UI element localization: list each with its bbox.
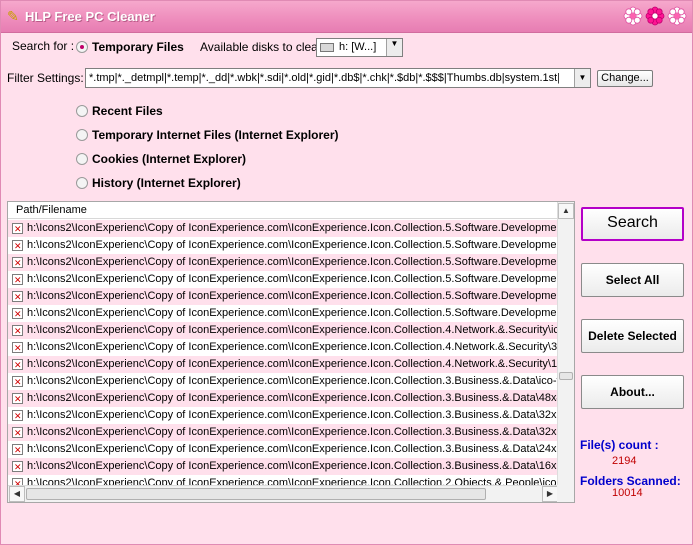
file-path: h:\Icons2\IconExperienc\Copy of IconExpe… xyxy=(27,341,559,353)
deleted-file-icon xyxy=(12,221,23,237)
file-path: h:\Icons2\IconExperienc\Copy of IconExpe… xyxy=(27,460,559,472)
file-path: h:\Icons2\IconExperienc\Copy of IconExpe… xyxy=(27,375,559,387)
deleted-file-icon xyxy=(12,442,23,458)
list-item[interactable]: h:\Icons2\IconExperienc\Copy of IconExpe… xyxy=(8,288,559,305)
temporary-internet-files-label: Temporary Internet Files (Internet Explo… xyxy=(92,128,339,142)
temporary-files-label: Temporary Files xyxy=(92,40,184,54)
deleted-file-icon xyxy=(12,323,23,339)
file-path: h:\Icons2\IconExperienc\Copy of IconExpe… xyxy=(27,443,559,455)
folders-scanned-label: Folders Scanned: xyxy=(580,474,681,488)
file-path: h:\Icons2\IconExperienc\Copy of IconExpe… xyxy=(27,358,559,370)
deleted-file-icon xyxy=(12,425,23,441)
window-title: HLP Free PC Cleaner xyxy=(25,9,155,24)
list-item[interactable]: h:\Icons2\IconExperienc\Copy of IconExpe… xyxy=(8,441,559,458)
scroll-right-icon[interactable]: ▶ xyxy=(542,486,558,502)
chevron-down-icon[interactable]: ▼ xyxy=(386,39,402,56)
disk-select[interactable]: h: [W...] ▼ xyxy=(316,38,403,57)
path-filename-column-header[interactable]: Path/Filename xyxy=(16,204,87,216)
file-path: h:\Icons2\IconExperienc\Copy of IconExpe… xyxy=(27,392,559,404)
deleted-file-icon xyxy=(12,255,23,271)
files-count-label: File(s) count : xyxy=(580,438,659,452)
file-path: h:\Icons2\IconExperienc\Copy of IconExpe… xyxy=(27,324,559,336)
radio-cookies[interactable] xyxy=(76,153,88,165)
vertical-scroll-thumb[interactable] xyxy=(559,372,573,380)
change-button[interactable]: Change... xyxy=(597,70,653,87)
file-path: h:\Icons2\IconExperienc\Copy of IconExpe… xyxy=(27,307,559,319)
deleted-file-icon xyxy=(12,357,23,373)
cookies-label: Cookies (Internet Explorer) xyxy=(92,152,247,166)
broom-icon: ✎ xyxy=(7,8,19,24)
radio-temporary-internet-files[interactable] xyxy=(76,129,88,141)
file-path: h:\Icons2\IconExperienc\Copy of IconExpe… xyxy=(27,239,559,251)
close-flower-icon[interactable] xyxy=(667,6,687,26)
list-item[interactable]: h:\Icons2\IconExperienc\Copy of IconExpe… xyxy=(8,356,559,373)
scrollbar-corner xyxy=(557,485,574,502)
search-button[interactable]: Search xyxy=(581,207,684,241)
list-item[interactable]: h:\Icons2\IconExperienc\Copy of IconExpe… xyxy=(8,424,559,441)
scroll-left-icon[interactable]: ◀ xyxy=(9,486,25,502)
radio-recent-files[interactable] xyxy=(76,105,88,117)
deleted-file-icon xyxy=(12,306,23,322)
deleted-file-icon xyxy=(12,289,23,305)
list-item[interactable]: h:\Icons2\IconExperienc\Copy of IconExpe… xyxy=(8,322,559,339)
list-item[interactable]: h:\Icons2\IconExperienc\Copy of IconExpe… xyxy=(8,305,559,322)
list-header[interactable]: Path/Filename xyxy=(8,202,559,219)
radio-temporary-files[interactable] xyxy=(76,41,88,53)
scroll-up-icon[interactable]: ▲ xyxy=(558,203,574,219)
deleted-file-icon xyxy=(12,459,23,475)
list-item[interactable]: h:\Icons2\IconExperienc\Copy of IconExpe… xyxy=(8,458,559,475)
deleted-file-icon xyxy=(12,391,23,407)
horizontal-scrollbar[interactable]: ◀ ▶ xyxy=(8,485,559,502)
file-path: h:\Icons2\IconExperienc\Copy of IconExpe… xyxy=(27,426,559,438)
list-item[interactable]: h:\Icons2\IconExperienc\Copy of IconExpe… xyxy=(8,220,559,237)
deleted-file-icon xyxy=(12,272,23,288)
filter-settings-input[interactable]: *.tmp|*._detmpl|*.temp|*._dd|*.wbk|*.sdi… xyxy=(85,68,591,88)
chevron-down-icon[interactable]: ▼ xyxy=(574,69,590,87)
minimize-flower-icon[interactable] xyxy=(623,6,643,26)
filter-settings-value: *.tmp|*._detmpl|*.temp|*._dd|*.wbk|*.sdi… xyxy=(89,72,559,84)
file-rows: h:\Icons2\IconExperienc\Copy of IconExpe… xyxy=(8,220,559,492)
recent-files-label: Recent Files xyxy=(92,104,163,118)
list-item[interactable]: h:\Icons2\IconExperienc\Copy of IconExpe… xyxy=(8,407,559,424)
file-path: h:\Icons2\IconExperienc\Copy of IconExpe… xyxy=(27,222,559,234)
folders-scanned-value: 10014 xyxy=(612,487,643,499)
file-path: h:\Icons2\IconExperienc\Copy of IconExpe… xyxy=(27,409,559,421)
filter-settings-label: Filter Settings: xyxy=(7,71,84,85)
list-item[interactable]: h:\Icons2\IconExperienc\Copy of IconExpe… xyxy=(8,237,559,254)
select-all-button[interactable]: Select All xyxy=(581,263,684,297)
list-item[interactable]: h:\Icons2\IconExperienc\Copy of IconExpe… xyxy=(8,254,559,271)
radio-history[interactable] xyxy=(76,177,88,189)
vertical-scrollbar[interactable]: ▲ xyxy=(557,202,574,486)
drive-icon xyxy=(320,43,334,52)
about-button[interactable]: About... xyxy=(581,375,684,409)
deleted-file-icon xyxy=(12,408,23,424)
deleted-file-icon xyxy=(12,238,23,254)
history-label: History (Internet Explorer) xyxy=(92,176,241,190)
file-path: h:\Icons2\IconExperienc\Copy of IconExpe… xyxy=(27,273,559,285)
title-bar[interactable]: ✎ HLP Free PC Cleaner xyxy=(1,1,692,33)
list-item[interactable]: h:\Icons2\IconExperienc\Copy of IconExpe… xyxy=(8,390,559,407)
delete-selected-button[interactable]: Delete Selected xyxy=(581,319,684,353)
file-list[interactable]: Path/Filename h:\Icons2\IconExperienc\Co… xyxy=(7,201,575,503)
deleted-file-icon xyxy=(12,340,23,356)
available-disks-label: Available disks to clean: xyxy=(200,40,328,54)
list-item[interactable]: h:\Icons2\IconExperienc\Copy of IconExpe… xyxy=(8,271,559,288)
search-for-label: Search for : xyxy=(12,39,75,53)
file-path: h:\Icons2\IconExperienc\Copy of IconExpe… xyxy=(27,290,559,302)
main-window: ✎ HLP Free PC Cleaner Search for: Tempo… xyxy=(0,0,693,545)
file-path: h:\Icons2\IconExperienc\Copy of IconExpe… xyxy=(27,256,559,268)
deleted-file-icon xyxy=(12,374,23,390)
list-item[interactable]: h:\Icons2\IconExperienc\Copy of IconExpe… xyxy=(8,373,559,390)
files-count-value: 2194 xyxy=(612,455,637,467)
disk-select-value: h: [W...] xyxy=(339,41,377,53)
list-item[interactable]: h:\Icons2\IconExperienc\Copy of IconExpe… xyxy=(8,339,559,356)
horizontal-scroll-thumb[interactable] xyxy=(26,488,486,500)
maximize-flower-icon[interactable] xyxy=(645,6,665,26)
